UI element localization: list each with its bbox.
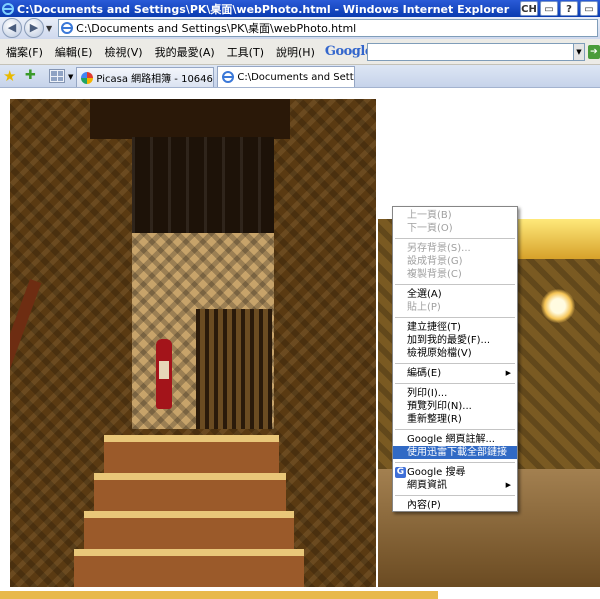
restore-button[interactable]: ▭ [580,1,598,16]
print-icon[interactable]: ▭ [540,1,558,16]
tab-label: C:\Documents and Settin... [237,71,354,83]
menu-item-paste: 貼上(P) [407,302,441,313]
menu-item-save-background: 另存背景(S)... [407,243,471,254]
menu-item-view-source[interactable]: 檢視原始檔(V) [393,347,517,360]
menu-item-label: Google 搜尋 [407,467,466,478]
tab-label: Picasa 網路相簿 - 1064621... [96,74,213,85]
stair-step [104,435,279,475]
add-favorite-icon[interactable]: ✚ [25,67,43,85]
window-controls: CH ▭ ? ▭ [520,1,598,16]
menu-item-set-background: 設成背景(G) [407,256,463,267]
google-logo: Google [324,44,373,59]
window-titlebar: C:\Documents and Settings\PK\桌面\webPhoto… [0,0,600,17]
wall-niche [196,309,272,429]
stair-step [94,473,286,513]
menu-item-add-favorite[interactable]: 加到我的最愛(F)... [393,334,517,347]
menu-item-label: 編碼(E) [407,368,442,379]
stair-step [84,511,294,551]
menu-separator [395,317,515,318]
submenu-arrow-icon: ▶ [505,481,511,489]
tab-picasa[interactable]: Picasa 網路相簿 - 1064621... [76,67,215,87]
menu-file[interactable]: 檔案(F) [0,44,49,60]
menu-item-select-all[interactable]: 全選(A) [393,288,517,301]
menu-separator [395,238,515,239]
menu-separator [395,429,515,430]
address-toolbar: ◀ ▶ ▼ C:\Documents and Settings\PK\桌面\we… [0,17,600,39]
favorites-star-icon[interactable]: ★ [3,67,21,85]
menu-help[interactable]: 說明(H) [270,44,321,60]
ceiling-shadow [90,99,290,139]
menu-item-print-preview[interactable]: 預覽列印(N)... [393,400,517,413]
menu-separator [395,363,515,364]
menu-item-print[interactable]: 列印(I)... [393,387,517,400]
history-dropdown-icon[interactable]: ▼ [46,24,52,33]
ie-icon [2,2,14,15]
menu-separator [395,284,515,285]
menu-item-google-search[interactable]: G Google 搜尋 [393,466,517,479]
menu-separator [395,495,515,496]
menu-item-forward: 下一頁(O) [407,223,453,234]
menu-item-google-notes[interactable]: Google 網頁註解... [393,433,517,446]
submenu-arrow-icon: ▶ [505,369,511,377]
quick-tabs-icon[interactable] [49,69,65,83]
menu-item-page-info[interactable]: 網頁資訊 ▶ [393,479,517,492]
dark-wallpaper-panel [132,137,274,233]
menu-item-refresh[interactable]: 重新整理(R) [393,413,517,426]
tab-list-dropdown-icon[interactable]: ▼ [68,73,73,81]
address-text: C:\Documents and Settings\PK\桌面\webPhoto… [76,22,357,35]
menu-item-encoding[interactable]: 編碼(E) ▶ [393,367,517,380]
lamp [541,289,575,323]
tab-bar: ★ ✚ ▼ Picasa 網路相簿 - 1064621... C:\Docume… [0,65,600,88]
google-search-input[interactable] [366,42,575,61]
tab-webphoto[interactable]: C:\Documents and Settin... ✕ [217,66,356,87]
menu-item-create-shortcut[interactable]: 建立捷徑(T) [393,321,517,334]
menu-item-thunder-download[interactable]: 使用迅雷下載全部鏈接 [393,446,517,459]
menu-item-properties[interactable]: 內容(P) [393,499,517,512]
window-title: C:\Documents and Settings\PK\桌面\webPhoto… [17,2,510,16]
stair-step [74,549,304,587]
page-icon [61,22,74,34]
google-icon: G [395,467,406,478]
google-search-dropdown-icon[interactable]: ▼ [574,42,585,61]
forward-arrow-icon[interactable]: ▶ [24,18,44,38]
menu-item-label: 網頁資訊 [407,480,447,491]
menu-item-copy-background: 複製背景(C) [407,269,462,280]
back-arrow-icon[interactable]: ◀ [2,18,22,38]
help-button[interactable]: ? [560,1,578,16]
menu-item-back: 上一頁(B) [407,210,452,221]
extinguisher-label [159,361,169,379]
menu-favorites[interactable]: 我的最愛(A) [149,44,221,60]
language-button[interactable]: CH [520,1,538,16]
handrail [10,279,42,584]
page-icon [222,71,235,83]
status-bar-edge [0,591,600,599]
go-search-icon[interactable]: ➔ [587,44,600,59]
menu-separator [395,462,515,463]
menu-tools[interactable]: 工具(T) [221,44,270,60]
menu-view[interactable]: 檢視(V) [98,44,148,60]
address-bar[interactable]: C:\Documents and Settings\PK\桌面\webPhoto… [58,19,599,37]
picasa-icon [81,71,94,84]
menu-separator [395,383,515,384]
staircase-photo[interactable] [10,99,376,587]
menu-edit[interactable]: 編輯(E) [49,44,99,60]
menu-bar: 檔案(F) 編輯(E) 檢視(V) 我的最愛(A) 工具(T) 說明(H) Go… [0,39,600,65]
context-menu: 上一頁(B) 下一頁(O) 另存背景(S)... 設成背景(G) 複製背景(C)… [392,206,518,512]
